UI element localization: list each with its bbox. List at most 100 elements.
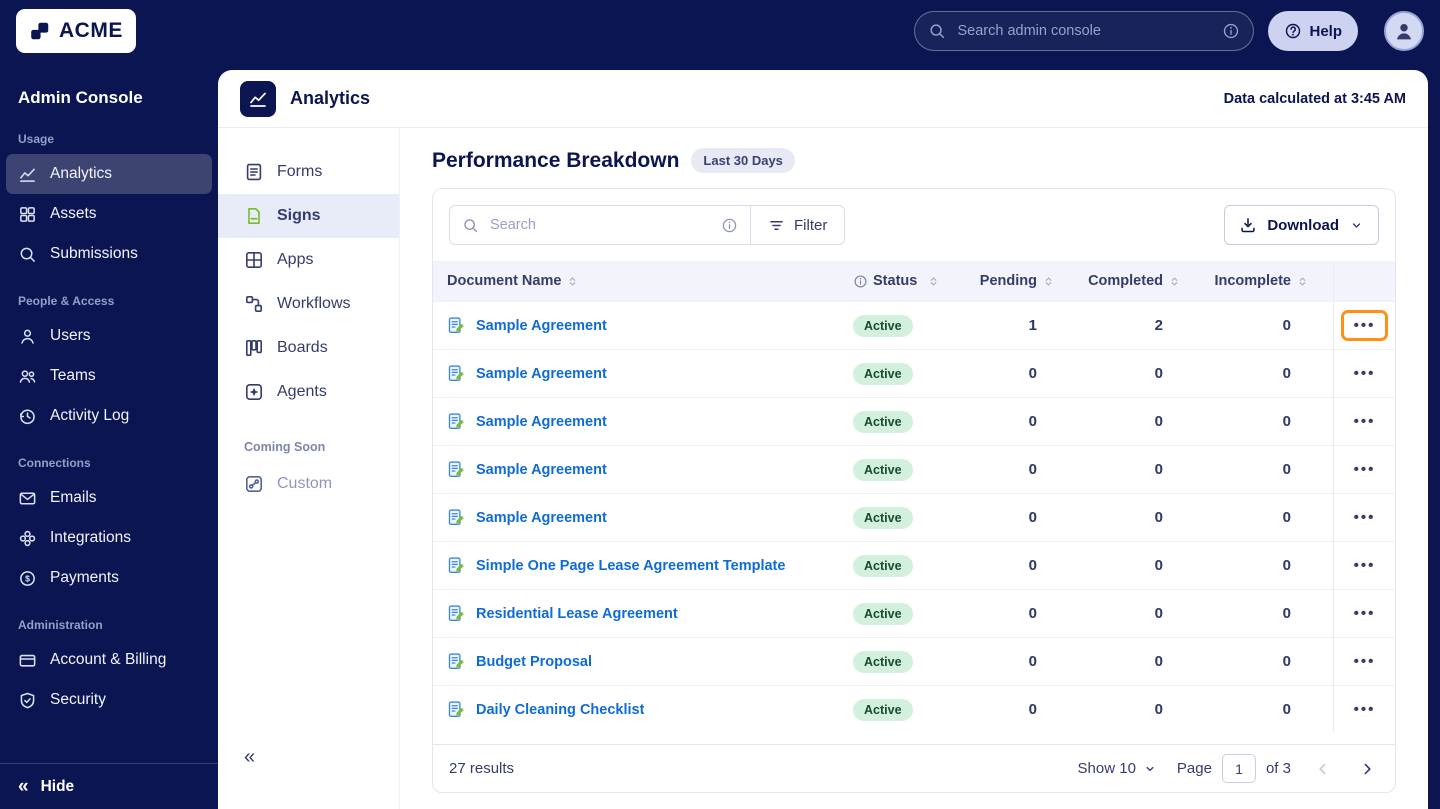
sort-icon[interactable]: [1296, 275, 1309, 288]
column-header-actions: [1333, 261, 1395, 301]
table-row: Sample Agreement Active 0 0 0 •••: [433, 397, 1395, 445]
sidebar-item-assets[interactable]: Assets: [6, 194, 212, 234]
row-actions-button[interactable]: •••: [1346, 699, 1384, 720]
acme-logo[interactable]: ACME: [16, 9, 136, 53]
sidebar-item-users[interactable]: Users: [6, 316, 212, 356]
table-footer: 27 results Show 10 Page of 3: [433, 744, 1395, 792]
collapse-nav-button[interactable]: «: [218, 737, 399, 809]
help-button[interactable]: Help: [1268, 11, 1358, 51]
sidebar-item-label: Assets: [50, 205, 97, 222]
column-header-status[interactable]: Status: [853, 261, 983, 301]
avatar[interactable]: [1384, 11, 1424, 51]
sidebar-item-integrations[interactable]: Integrations: [6, 518, 212, 558]
actions-cell: •••: [1333, 302, 1395, 349]
sidebar-item-label: Users: [50, 327, 91, 344]
page-size-dropdown[interactable]: Show 10: [1078, 760, 1157, 777]
document-name-cell: Budget Proposal: [433, 652, 853, 671]
column-header-incomplete[interactable]: Incomplete: [1205, 261, 1333, 301]
admin-search-input[interactable]: [955, 22, 1214, 40]
row-actions-button[interactable]: •••: [1346, 555, 1384, 576]
status-cell: Active: [853, 698, 983, 721]
actions-cell: •••: [1333, 494, 1395, 541]
row-actions-button[interactable]: •••: [1346, 651, 1384, 672]
nav-item-signs[interactable]: Signs: [218, 194, 399, 238]
section-heading: Performance Breakdown: [432, 148, 680, 172]
pending-value: 1: [1028, 317, 1037, 334]
filter-button[interactable]: Filter: [751, 205, 846, 245]
sidebar-item-analytics[interactable]: Analytics: [6, 154, 212, 194]
nav-item-agents[interactable]: Agents: [218, 370, 399, 414]
next-page-button[interactable]: [1355, 757, 1379, 781]
status-badge: Active: [853, 362, 913, 385]
document-name-link[interactable]: Sample Agreement: [476, 366, 607, 382]
row-actions-button[interactable]: •••: [1346, 411, 1384, 432]
document-name-cell: Sample Agreement: [433, 460, 853, 479]
nav-item-apps[interactable]: Apps: [218, 238, 399, 282]
grid-icon: [18, 205, 37, 224]
sort-icon[interactable]: [1168, 275, 1181, 288]
document-name-link[interactable]: Sample Agreement: [476, 462, 607, 478]
sidebar-item-submissions[interactable]: Submissions: [6, 234, 212, 274]
row-actions-button[interactable]: •••: [1346, 507, 1384, 528]
table-row: Sample Agreement Active 0 0 0 •••: [433, 349, 1395, 397]
status-badge: Active: [853, 602, 913, 625]
column-label: Status: [873, 273, 918, 289]
document-name-link[interactable]: Budget Proposal: [476, 654, 592, 670]
column-label: Completed: [1088, 273, 1163, 289]
table-search-input[interactable]: [488, 216, 712, 234]
document-name-link[interactable]: Residential Lease Agreement: [476, 606, 678, 622]
column-header-completed[interactable]: Completed: [1079, 261, 1205, 301]
column-header-pending[interactable]: Pending: [979, 261, 1079, 301]
sidebar-item-security[interactable]: Security: [6, 680, 212, 720]
previous-page-button[interactable]: [1311, 757, 1335, 781]
sort-icon[interactable]: [566, 275, 579, 288]
info-icon[interactable]: [721, 217, 738, 234]
dollar-icon: $: [18, 569, 37, 588]
actions-cell: •••: [1333, 446, 1395, 493]
chevron-down-icon: [1349, 218, 1364, 233]
flower-icon: [18, 529, 37, 548]
info-icon[interactable]: [853, 274, 868, 289]
status-badge: Active: [853, 458, 913, 481]
search-icon: [18, 245, 37, 264]
status-cell: Active: [853, 554, 983, 577]
nav-item-forms[interactable]: Forms: [218, 150, 399, 194]
download-button[interactable]: Download: [1224, 205, 1379, 245]
sidebar-item-payments[interactable]: $ Payments: [6, 558, 212, 598]
completed-value: 0: [1154, 557, 1163, 574]
download-icon: [1239, 216, 1257, 234]
document-name-link[interactable]: Sample Agreement: [476, 510, 607, 526]
document-name-link[interactable]: Simple One Page Lease Agreement Template: [476, 558, 785, 574]
sort-icon[interactable]: [1042, 275, 1055, 288]
column-label: Pending: [979, 273, 1037, 289]
sidebar-item-activity-log[interactable]: Activity Log: [6, 396, 212, 436]
row-actions-button[interactable]: •••: [1346, 363, 1384, 384]
sidebar-item-emails[interactable]: Emails: [6, 478, 212, 518]
nav-item-label: Agents: [277, 383, 327, 400]
document-name-link[interactable]: Daily Cleaning Checklist: [476, 702, 644, 718]
table-search[interactable]: [449, 205, 751, 245]
column-header-document-name[interactable]: Document Name: [433, 261, 853, 301]
document-name-link[interactable]: Sample Agreement: [476, 318, 607, 334]
info-icon[interactable]: [1222, 22, 1240, 40]
nav-item-boards[interactable]: Boards: [218, 326, 399, 370]
row-actions-button[interactable]: •••: [1346, 603, 1384, 624]
filter-icon: [768, 217, 785, 234]
incomplete-value: 0: [1282, 605, 1291, 622]
admin-search[interactable]: [914, 11, 1255, 51]
sidebar-section-label: People & Access: [18, 294, 115, 308]
sidebar-item-account-billing[interactable]: Account & Billing: [6, 640, 212, 680]
document-name-link[interactable]: Sample Agreement: [476, 414, 607, 430]
status-cell: Active: [853, 314, 983, 337]
table-row: Budget Proposal Active 0 0 0 •••: [433, 637, 1395, 685]
nav-item-custom[interactable]: Custom: [218, 462, 399, 506]
nav-item-workflows[interactable]: Workflows: [218, 282, 399, 326]
row-actions-button[interactable]: •••: [1346, 459, 1384, 480]
hide-sidebar-button[interactable]: « Hide: [0, 763, 218, 809]
page-number-input[interactable]: [1221, 754, 1256, 783]
sort-icon[interactable]: [927, 275, 940, 288]
heading-row: Performance Breakdown Last 30 Days: [432, 148, 1396, 173]
sidebar-item-teams[interactable]: Teams: [6, 356, 212, 396]
row-actions-button[interactable]: •••: [1340, 310, 1389, 341]
incomplete-value: 0: [1282, 509, 1291, 526]
